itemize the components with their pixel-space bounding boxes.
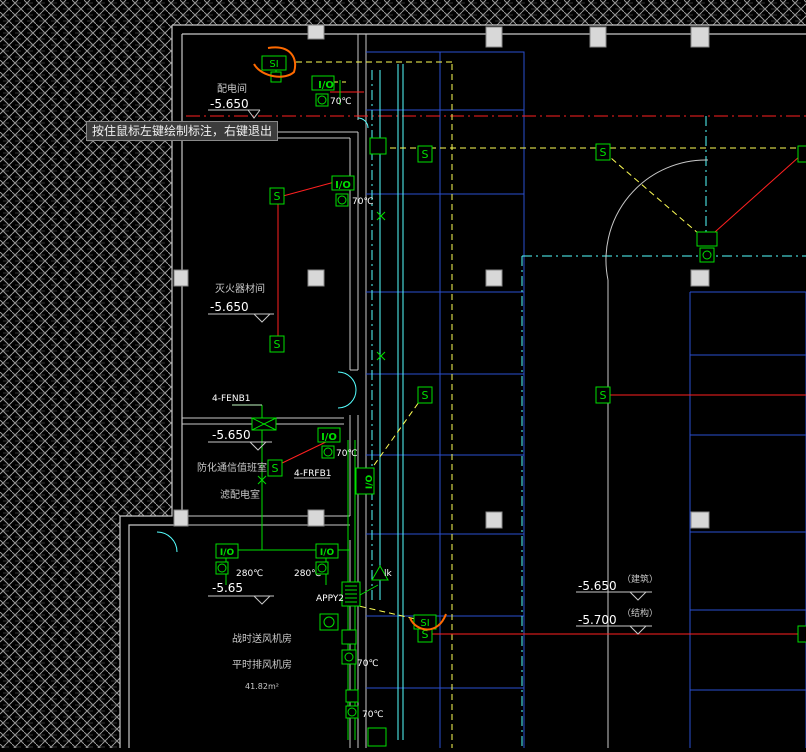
svg-text:SI: SI	[420, 618, 429, 629]
temp-70-label: 70℃	[357, 659, 379, 669]
io-label: I/O	[365, 475, 375, 490]
elev-fan: -5.65	[212, 581, 243, 595]
s-device	[797, 145, 806, 163]
svg-text:lk: lk	[384, 569, 393, 579]
elev-telecom: -5.650	[212, 428, 251, 442]
s-device	[797, 625, 806, 643]
temp-70-label: 70℃	[336, 449, 358, 459]
command-tooltip: 按住鼠标左键绘制标注，右键退出	[86, 121, 279, 141]
room-name-fan-2: 平时排风机房	[232, 658, 292, 671]
temp-280-label: 280℃	[236, 569, 263, 579]
room-name-telecom: 防化通信值班室	[197, 461, 267, 474]
s-label: S	[600, 146, 607, 159]
io-label: I/O	[320, 548, 335, 558]
label-frfb1: 4-FRFB1	[294, 469, 331, 479]
s-label: S	[422, 389, 429, 402]
temp-70-label: 70℃	[362, 710, 384, 720]
room-name-distribution: 配电间	[217, 82, 247, 95]
door-damper-fenb1	[251, 417, 277, 431]
temp-70-label: 70℃	[352, 197, 374, 207]
io-label: I/O	[321, 432, 337, 443]
room-area-fan: 41.82m²	[245, 682, 279, 691]
cad-canvas[interactable]: S S S S S S S S I/O I/O I/O 70℃ 70℃ 70℃	[0, 0, 806, 748]
svg-text:SI: SI	[269, 59, 278, 70]
label-appy2: APPY2	[316, 594, 344, 604]
s-label: S	[600, 389, 607, 402]
elev-arch: -5.650	[578, 579, 617, 593]
s-label: S	[422, 148, 429, 161]
elev-struct: -5.700	[578, 613, 617, 627]
elev-extinguish: -5.650	[210, 300, 249, 314]
elev-arch-note: （建筑）	[622, 573, 658, 585]
io-label: I/O	[220, 548, 235, 558]
io-label: I/O	[318, 80, 334, 91]
label-fenb1: 4-FENB1	[212, 394, 250, 404]
room-name-fan: 战时送风机房	[232, 632, 292, 645]
io-label: I/O	[335, 180, 351, 191]
room-name-telecom-2: 滤配电室	[220, 488, 260, 501]
s-label: S	[274, 190, 281, 203]
cad-drawing-viewport[interactable]: S S S S S S S S I/O I/O I/O 70℃ 70℃ 70℃	[0, 0, 806, 748]
temp-70-label: 70℃	[330, 97, 352, 107]
s-label: S	[274, 338, 281, 351]
s-label: S	[272, 462, 279, 475]
elev-struct-note: （结构）	[622, 607, 658, 619]
room-name-extinguish: 灭火器材间	[215, 282, 265, 295]
elev-distribution: -5.650	[210, 97, 249, 111]
